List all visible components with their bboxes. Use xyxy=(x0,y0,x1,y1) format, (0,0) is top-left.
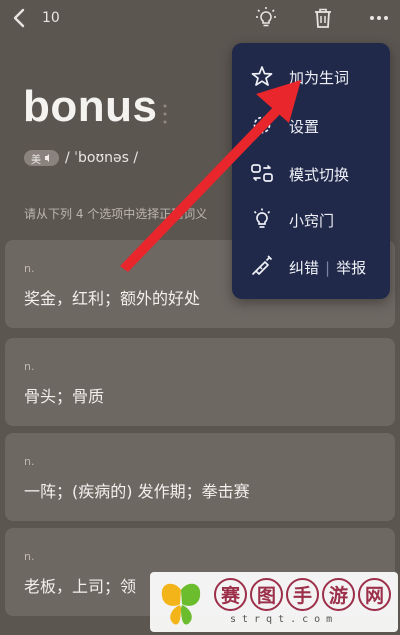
menu-item-report[interactable]: 纠错 | 举报 xyxy=(232,246,390,286)
more-options-menu: 加为生词 设置 模式切换 小窍门 纠错 | 举报 xyxy=(232,43,390,299)
accent-label: 美 xyxy=(31,154,41,166)
part-of-speech: n. xyxy=(24,550,35,563)
menu-item-label: 加为生词 xyxy=(289,69,350,87)
report-correct-label: 纠错 xyxy=(289,259,320,277)
option-definition: 骨头；骨质 xyxy=(24,387,105,406)
part-of-speech: n. xyxy=(24,262,35,275)
watermark-url: strqt.com xyxy=(230,614,339,625)
butterfly-logo-icon xyxy=(161,583,201,625)
bulb-icon[interactable] xyxy=(254,6,278,30)
watermark-text: 赛 图 手 游 网 xyxy=(214,578,391,611)
menu-item-mode-switch[interactable]: 模式切换 xyxy=(232,153,390,193)
syringe-icon xyxy=(251,255,273,276)
part-of-speech: n. xyxy=(24,455,35,468)
option-card[interactable]: n. 一阵；(疾病的) 发作期；拳击赛 xyxy=(5,433,395,521)
phonetic-text: / ˈboʊnəs / xyxy=(65,150,139,166)
option-definition: 奖金，红利；额外的好处 xyxy=(24,289,201,308)
watermark-char: 游 xyxy=(322,578,355,611)
trash-icon[interactable] xyxy=(311,6,335,30)
phonetic-row: 美 / ˈboʊnəs / xyxy=(24,148,138,168)
part-of-speech: n. xyxy=(24,360,35,373)
instruction-text: 请从下列 4 个选项中选择正确词义 xyxy=(24,207,208,221)
menu-item-label: 模式切换 xyxy=(289,166,350,184)
pronounce-button[interactable]: 美 xyxy=(24,150,59,166)
menu-item-settings[interactable]: 设置 xyxy=(232,105,390,145)
watermark: 赛 图 手 游 网 strqt.com xyxy=(150,572,398,632)
menu-item-add-to-vocab[interactable]: 加为生词 xyxy=(232,56,390,96)
option-definition: 一阵；(疾病的) 发作期；拳击赛 xyxy=(24,482,250,501)
back-arrow-icon[interactable] xyxy=(8,6,30,30)
more-options-icon[interactable] xyxy=(367,6,391,30)
word-counter: 10 xyxy=(42,10,60,26)
star-icon xyxy=(251,66,273,86)
option-card[interactable]: n. 骨头；骨质 xyxy=(5,338,395,426)
watermark-char: 手 xyxy=(286,578,319,611)
menu-item-label: 设置 xyxy=(289,118,320,136)
mode-switch-icon xyxy=(251,164,273,182)
bulb-icon xyxy=(253,208,271,228)
menu-item-label: 纠错 | 举报 xyxy=(289,257,366,278)
menu-item-tips[interactable]: 小窍门 xyxy=(232,199,390,239)
word-menu-dots-icon xyxy=(163,104,167,124)
watermark-char: 赛 xyxy=(214,578,247,611)
word-title: bonus xyxy=(23,82,158,131)
settings-icon xyxy=(253,116,271,134)
speaker-icon xyxy=(45,154,49,162)
watermark-char: 网 xyxy=(358,578,391,611)
report-label: 举报 xyxy=(336,259,367,277)
menu-separator: | xyxy=(325,259,331,277)
top-bar: 10 xyxy=(0,0,400,36)
option-definition: 老板，上司；领 xyxy=(24,577,137,596)
menu-item-label: 小窍门 xyxy=(289,212,335,230)
watermark-char: 图 xyxy=(250,578,283,611)
